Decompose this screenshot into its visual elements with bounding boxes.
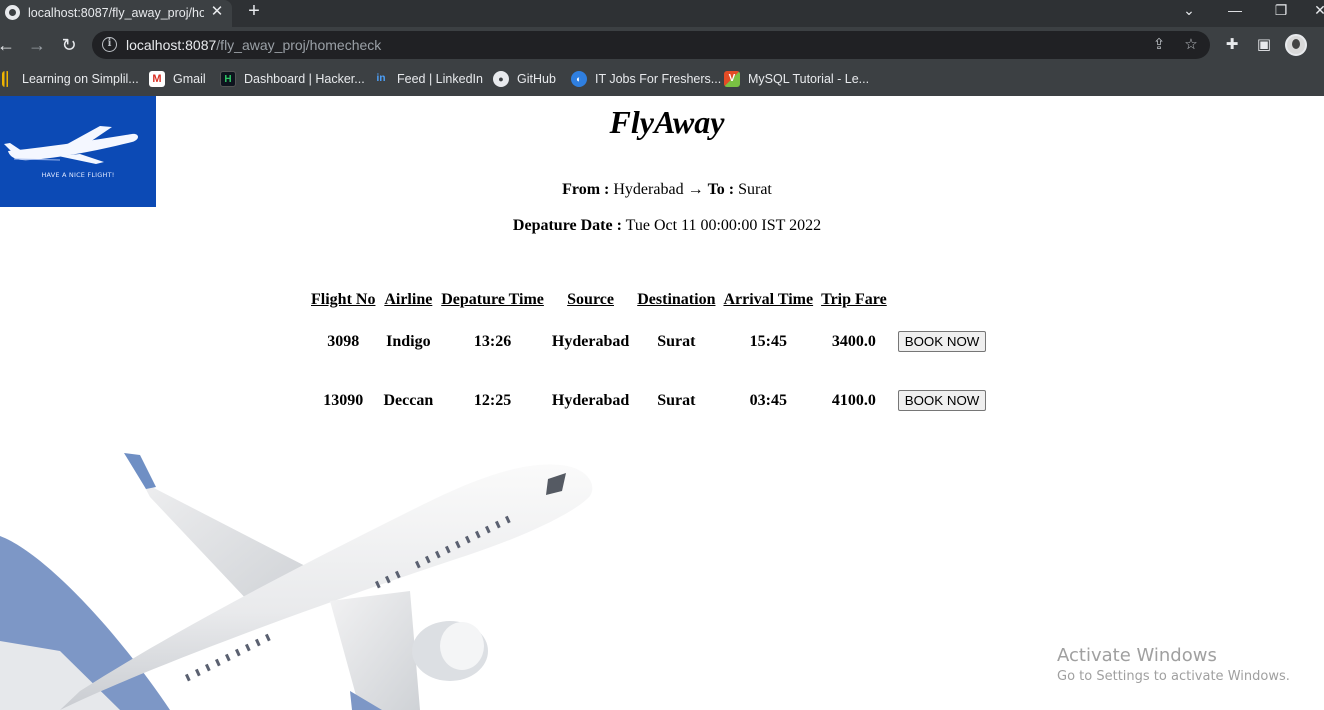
header-airline: Airline [384, 291, 433, 308]
profile-avatar[interactable] [1285, 34, 1307, 56]
cell-flight-no: 3098 [327, 332, 360, 350]
cell-trip-fare: 4100.0 [831, 391, 876, 409]
header-action [892, 289, 990, 311]
new-tab-icon[interactable]: + [244, 0, 264, 22]
cell-arrival-time: 03:45 [749, 391, 787, 409]
from-value: Hyderabad [613, 181, 684, 198]
minimize-icon[interactable]: — [1215, 0, 1255, 22]
hackerrank-icon: H [220, 71, 236, 87]
globe-icon [5, 5, 20, 20]
tab-strip: localhost:8087/fly_away_proj/homecheck ✕… [0, 0, 1324, 27]
linkedin-icon: in [373, 71, 389, 87]
bookmark-github[interactable]: GitHub [517, 70, 556, 88]
browser-toolbar: ← → ↻ i localhost:8087/fly_away_proj/hom… [0, 27, 1324, 63]
header-source: Source [567, 291, 614, 308]
tab-title: localhost:8087/fly_away_proj/homecheck [28, 6, 204, 20]
share-icon[interactable]: ⇪ [1150, 36, 1168, 54]
bookmark-linkedin[interactable]: Feed | LinkedIn [397, 70, 483, 88]
gmail-icon: M [149, 71, 165, 87]
side-panel-icon[interactable]: ▣ [1254, 35, 1274, 55]
header-trip-fare: Trip Fare [821, 291, 887, 308]
mysql-tutorial-icon: V [724, 71, 740, 87]
page-title: FlyAway [609, 104, 725, 140]
route-line: From : Hyderabad → To : Surat [0, 180, 1324, 200]
cell-destination: Surat [657, 332, 696, 350]
bookmarks-bar: Learning on Simplil... M Gmail H Dashboa… [0, 63, 1324, 96]
bookmark-star-icon[interactable]: ☆ [1182, 36, 1200, 54]
close-window-icon[interactable]: ✕ [1300, 0, 1324, 22]
restore-icon[interactable]: ❐ [1261, 0, 1301, 22]
bookmark-it-jobs[interactable]: IT Jobs For Freshers... [595, 70, 721, 88]
header-arrival-time: Arrival Time [723, 291, 814, 308]
cell-trip-fare: 3400.0 [831, 332, 876, 350]
table-row: 13090 Deccan 12:25 Hyderabad Surat 03:45… [308, 372, 989, 429]
browser-tab[interactable]: localhost:8087/fly_away_proj/homecheck ✕ [0, 0, 232, 27]
back-icon[interactable]: ← [0, 34, 17, 56]
watermark-title: Activate Windows [1057, 645, 1217, 666]
from-label: From : [562, 181, 610, 198]
github-icon: ● [493, 71, 509, 87]
table-row: 3098 Indigo 13:26 Hyderabad Surat 15:45 … [308, 313, 989, 370]
cell-airline: Indigo [386, 332, 431, 350]
arrow-icon: → [687, 181, 704, 198]
cell-source: Hyderabad [551, 332, 630, 350]
header-destination: Destination [637, 291, 716, 308]
page-viewport: HAVE A NICE FLIGHT! FlyAway From : Hyder… [0, 96, 1324, 710]
url-text[interactable]: localhost:8087/fly_away_proj/homecheck [126, 36, 381, 54]
bookmark-gmail[interactable]: Gmail [173, 70, 206, 88]
cell-action: BOOK NOW [892, 313, 990, 370]
cell-source: Hyderabad [551, 391, 630, 409]
bookmark-hackerrank[interactable]: Dashboard | Hacker... [244, 70, 365, 88]
cell-departure-time: 13:26 [473, 332, 512, 350]
departure-date-line: Depature Date : Tue Oct 11 00:00:00 IST … [0, 216, 1324, 236]
cell-airline: Deccan [383, 391, 434, 409]
close-tab-icon[interactable]: ✕ [208, 3, 226, 21]
cell-arrival-time: 15:45 [749, 332, 787, 350]
cell-departure-time: 12:25 [473, 391, 512, 409]
departure-date-label: Depature Date : [512, 217, 622, 234]
book-now-button[interactable]: BOOK NOW [897, 390, 987, 411]
tab-search-icon[interactable]: ⌄ [1169, 0, 1209, 22]
bookmark-simplilearn[interactable]: Learning on Simplil... [22, 70, 139, 88]
activate-windows-watermark: Activate Windows Go to Settings to activ… [1057, 644, 1290, 686]
table-header-row: Flight No Airline Depature Time Source D… [308, 289, 989, 311]
extensions-icon[interactable]: ✚ [1222, 35, 1242, 55]
header-departure-time: Depature Time [441, 291, 544, 308]
jobs-icon: ◐ [571, 71, 587, 87]
logo-caption: HAVE A NICE FLIGHT! [41, 171, 115, 179]
departure-date-value: Tue Oct 11 00:00:00 IST 2022 [625, 217, 822, 234]
to-label: To : [707, 181, 735, 198]
to-value: Surat [738, 181, 772, 198]
airplane-illustration [0, 453, 593, 710]
cell-action: BOOK NOW [892, 372, 990, 429]
info-icon[interactable]: i [102, 37, 117, 52]
address-bar[interactable]: i localhost:8087/fly_away_proj/homecheck… [92, 31, 1210, 59]
simplilearn-icon [2, 71, 10, 87]
cell-flight-no: 13090 [323, 391, 364, 409]
bookmark-mysql-tutorial[interactable]: MySQL Tutorial - Le... [748, 70, 869, 88]
cell-destination: Surat [657, 391, 696, 409]
header-flight-no: Flight No [311, 291, 376, 308]
flights-table: Flight No Airline Depature Time Source D… [306, 287, 991, 431]
forward-icon[interactable]: → [26, 34, 48, 56]
watermark-subtitle: Go to Settings to activate Windows. [1057, 669, 1290, 684]
book-now-button[interactable]: BOOK NOW [897, 331, 987, 352]
reload-icon[interactable]: ↻ [58, 34, 80, 56]
